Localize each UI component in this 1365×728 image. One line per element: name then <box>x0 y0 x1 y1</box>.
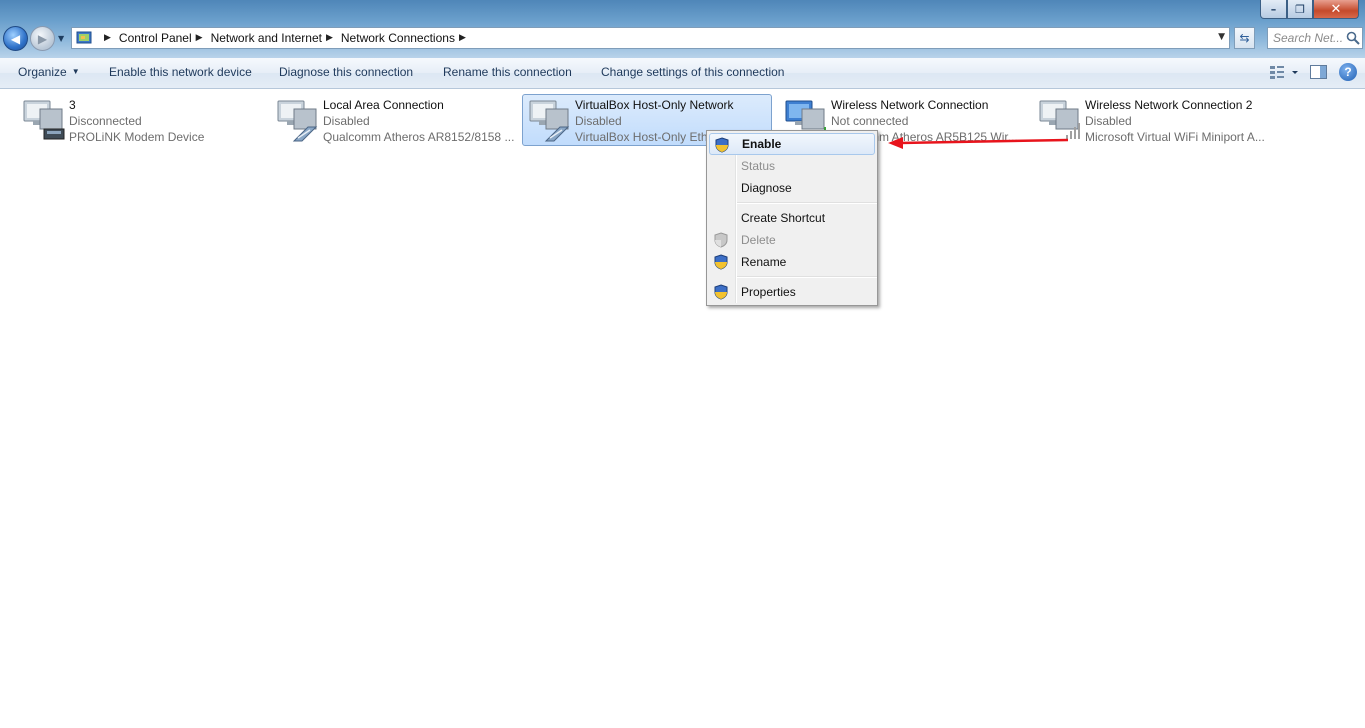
modem-connection-icon <box>23 100 65 140</box>
organize-menu[interactable]: Organize ▼ <box>18 65 80 79</box>
ethernet-connection-icon <box>277 100 318 142</box>
breadcrumb-separator[interactable]: ▶ <box>459 33 466 43</box>
menu-item-create-shortcut[interactable]: Create Shortcut <box>709 207 875 229</box>
menu-separator <box>737 202 877 204</box>
command-bar: Organize ▼ Enable this network device Dia… <box>0 58 1365 89</box>
connection-item-3[interactable]: 3 Disconnected PROLiNK Modem Device <box>16 94 266 146</box>
connection-name: VirtualBox Host-Only Network <box>575 98 734 112</box>
connection-name: Wireless Network Connection <box>831 98 989 112</box>
menu-separator <box>737 276 877 278</box>
search-input[interactable]: Search Net... <box>1267 27 1363 49</box>
menu-item-properties[interactable]: Properties <box>709 281 875 303</box>
view-controls: ? <box>1269 63 1357 81</box>
menu-item-label: Diagnose <box>741 181 792 195</box>
close-button[interactable]: ✕ <box>1313 0 1359 19</box>
ethernet-connection-icon <box>529 100 570 142</box>
breadcrumb-network-and-internet[interactable]: Network and Internet <box>211 31 322 45</box>
connection-device: PROLiNK Modem Device <box>69 130 205 144</box>
address-dropdown-icon[interactable]: ▼ <box>1218 32 1225 42</box>
forward-button[interactable]: ▶ <box>30 26 55 51</box>
address-bar[interactable]: ▶ Control Panel ▶ Network and Internet ▶… <box>71 27 1230 49</box>
menu-item-label: Status <box>741 159 776 173</box>
enable-device-button[interactable]: Enable this network device <box>109 65 252 79</box>
chevron-down-icon: ▼ <box>71 67 80 76</box>
forward-arrow-icon: ▶ <box>37 31 48 46</box>
menu-item-diagnose[interactable]: Diagnose <box>709 177 875 199</box>
menu-item-rename[interactable]: Rename <box>709 251 875 273</box>
back-arrow-icon: ◀ <box>10 31 21 46</box>
organize-label: Organize <box>18 65 67 79</box>
recent-pages-dropdown[interactable]: ▼ <box>58 34 64 43</box>
connection-text: Wireless Network Connection 2 Disabled M… <box>1085 97 1281 145</box>
window-controls: – ❐ ✕ <box>1260 0 1359 19</box>
breadcrumb-separator[interactable]: ▶ <box>196 33 203 43</box>
menu-item-label: Create Shortcut <box>741 211 826 225</box>
minimize-button[interactable]: – <box>1260 0 1287 19</box>
window-titlebar: – ❐ ✕ ◀ ▶ ▼ ▶ Control Panel ▶ Network an… <box>0 0 1365 58</box>
breadcrumb-separator[interactable]: ▶ <box>104 33 111 43</box>
search-icon[interactable] <box>1346 31 1360 45</box>
connection-status: Disabled <box>323 114 370 128</box>
change-view-icon[interactable] <box>1269 63 1299 81</box>
connection-name: Local Area Connection <box>323 98 444 112</box>
restore-button[interactable]: ❐ <box>1287 0 1313 19</box>
control-panel-icon <box>76 31 92 44</box>
menu-item-status: Status <box>709 155 875 177</box>
menu-item-label: Enable <box>742 137 782 151</box>
diagnose-connection-button[interactable]: Diagnose this connection <box>279 65 413 79</box>
rename-connection-button[interactable]: Rename this connection <box>443 65 572 79</box>
connection-item-wireless-2[interactable]: Wireless Network Connection 2 Disabled M… <box>1032 94 1282 146</box>
connection-status: Disabled <box>1085 114 1132 128</box>
refresh-icon: ⇆ <box>1239 31 1250 45</box>
menu-item-label: Rename <box>741 255 787 269</box>
menu-item-delete: Delete <box>709 229 875 251</box>
search-placeholder: Search Net... <box>1273 31 1344 45</box>
breadcrumb-separator[interactable]: ▶ <box>326 33 333 43</box>
connection-status: Not connected <box>831 114 909 128</box>
breadcrumb-control-panel[interactable]: Control Panel <box>119 31 192 45</box>
breadcrumb-network-connections[interactable]: Network Connections <box>341 31 455 45</box>
connection-status: Disconnected <box>69 114 142 128</box>
refresh-button[interactable]: ⇆ <box>1234 27 1255 49</box>
uac-shield-icon <box>714 254 728 270</box>
connection-device: Microsoft Virtual WiFi Miniport A... <box>1085 130 1265 144</box>
wireless-connection-icon <box>1039 100 1080 139</box>
change-settings-button[interactable]: Change settings of this connection <box>601 65 784 79</box>
context-menu: Enable Status Diagnose Create Shortcut D… <box>706 130 878 306</box>
menu-item-label: Properties <box>741 285 796 299</box>
connection-name: 3 <box>69 98 76 112</box>
menu-item-enable[interactable]: Enable <box>709 133 875 155</box>
uac-shield-icon <box>714 284 728 300</box>
connection-device: Qualcomm Atheros AR8152/8158 ... <box>323 130 515 144</box>
connection-name: Wireless Network Connection 2 <box>1085 98 1253 112</box>
uac-shield-disabled-icon <box>714 232 728 248</box>
connection-text: Local Area Connection Disabled Qualcomm … <box>323 97 519 145</box>
connection-status: Disabled <box>575 114 622 128</box>
back-button[interactable]: ◀ <box>3 26 28 51</box>
help-icon[interactable]: ? <box>1339 63 1357 81</box>
preview-pane-icon[interactable] <box>1309 63 1329 81</box>
menu-item-label: Delete <box>741 233 776 247</box>
uac-shield-icon <box>715 137 729 153</box>
connection-item-local-area[interactable]: Local Area Connection Disabled Qualcomm … <box>270 94 520 146</box>
connection-text: 3 Disconnected PROLiNK Modem Device <box>69 97 265 145</box>
